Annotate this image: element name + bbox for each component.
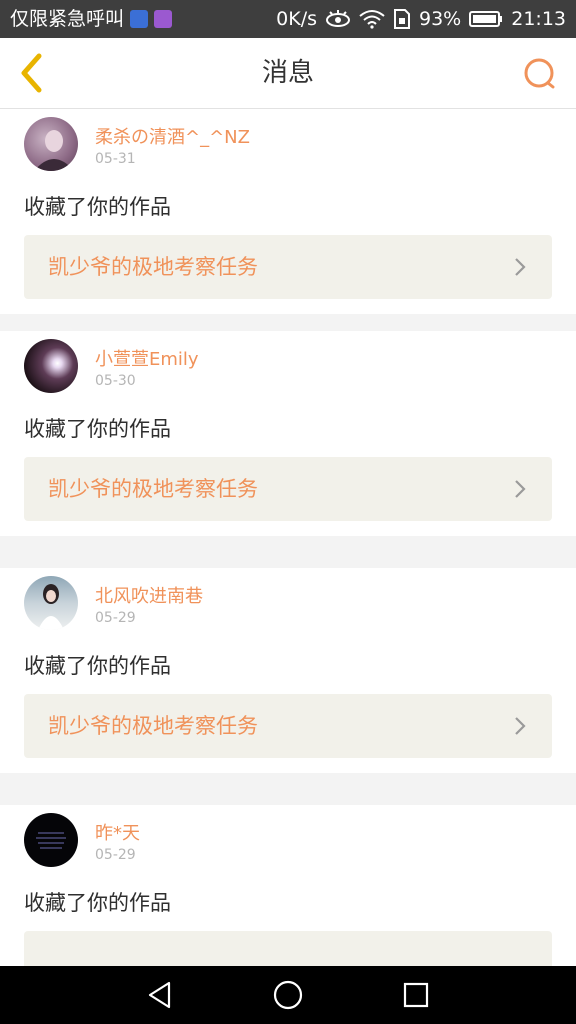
avatar-portrait — [34, 130, 74, 171]
username[interactable]: 昨*天 — [95, 819, 140, 845]
nav-home-button[interactable] — [268, 975, 308, 1015]
eye-icon — [326, 10, 350, 27]
nav-back-button[interactable] — [140, 975, 180, 1015]
username[interactable]: 柔杀の清酒^_^NZ — [95, 123, 250, 149]
work-title: 凯少爷的极地考察任务 — [48, 714, 258, 738]
network-speed: 0K/s — [276, 8, 317, 30]
status-bar: 仅限紧急呼叫 0K/s 93% 21:13 — [0, 0, 576, 38]
username[interactable]: 北风吹进南巷 — [95, 582, 203, 608]
app-header: 消息 — [0, 38, 576, 109]
message-card[interactable]: 柔杀の清酒^_^NZ 05-31 收藏了你的作品 凯少爷的极地考察任务 — [0, 109, 576, 314]
chevron-right-icon — [515, 258, 526, 276]
work-link[interactable]: 凯少爷的极地考察任务 — [24, 457, 552, 521]
action-text: 收藏了你的作品 — [24, 417, 171, 441]
avatar-text-image — [36, 832, 66, 849]
carrier-text: 仅限紧急呼叫 — [10, 8, 125, 30]
avatar[interactable] — [24, 339, 78, 393]
status-bar-left: 仅限紧急呼叫 — [10, 0, 173, 38]
message-card[interactable]: 北风吹进南巷 05-29 收藏了你的作品 凯少爷的极地考察任务 — [0, 568, 576, 773]
search-icon — [524, 58, 555, 89]
message-card[interactable]: 昨*天 05-29 收藏了你的作品 — [0, 805, 576, 995]
message-date: 05-29 — [95, 847, 136, 863]
wifi-icon — [359, 10, 385, 29]
gallery-app-icon — [154, 10, 173, 28]
work-link[interactable]: 凯少爷的极地考察任务 — [24, 694, 552, 758]
action-text: 收藏了你的作品 — [24, 891, 171, 915]
avatar[interactable] — [24, 813, 78, 867]
signal-app-icon — [130, 10, 149, 28]
message-date: 05-29 — [95, 610, 136, 626]
battery-icon — [469, 11, 503, 27]
page-title: 消息 — [261, 58, 314, 88]
square-recents-icon — [403, 982, 429, 1008]
avatar-portrait — [38, 584, 64, 630]
username[interactable]: 小萱萱Emily — [95, 345, 199, 371]
work-title: 凯少爷的极地考察任务 — [48, 255, 258, 279]
search-button[interactable] — [518, 52, 562, 96]
clock: 21:13 — [511, 8, 566, 30]
battery-percent: 93% — [419, 8, 462, 30]
avatar[interactable] — [24, 576, 78, 630]
action-text: 收藏了你的作品 — [24, 654, 171, 678]
circle-home-icon — [273, 980, 303, 1010]
avatar[interactable] — [24, 117, 78, 171]
message-date: 05-30 — [95, 373, 136, 389]
status-bar-right: 0K/s 93% 21:13 — [276, 0, 566, 38]
nav-recents-button[interactable] — [396, 975, 436, 1015]
chevron-right-icon — [515, 480, 526, 498]
work-title: 凯少爷的极地考察任务 — [48, 477, 258, 501]
work-link[interactable]: 凯少爷的极地考察任务 — [24, 235, 552, 299]
action-text: 收藏了你的作品 — [24, 195, 171, 219]
message-date: 05-31 — [95, 151, 136, 167]
chevron-right-icon — [515, 717, 526, 735]
triangle-back-icon — [148, 981, 171, 1009]
message-card[interactable]: 小萱萱Emily 05-30 收藏了你的作品 凯少爷的极地考察任务 — [0, 331, 576, 536]
sim-card-icon — [394, 9, 410, 29]
navigation-bar — [0, 966, 576, 1024]
